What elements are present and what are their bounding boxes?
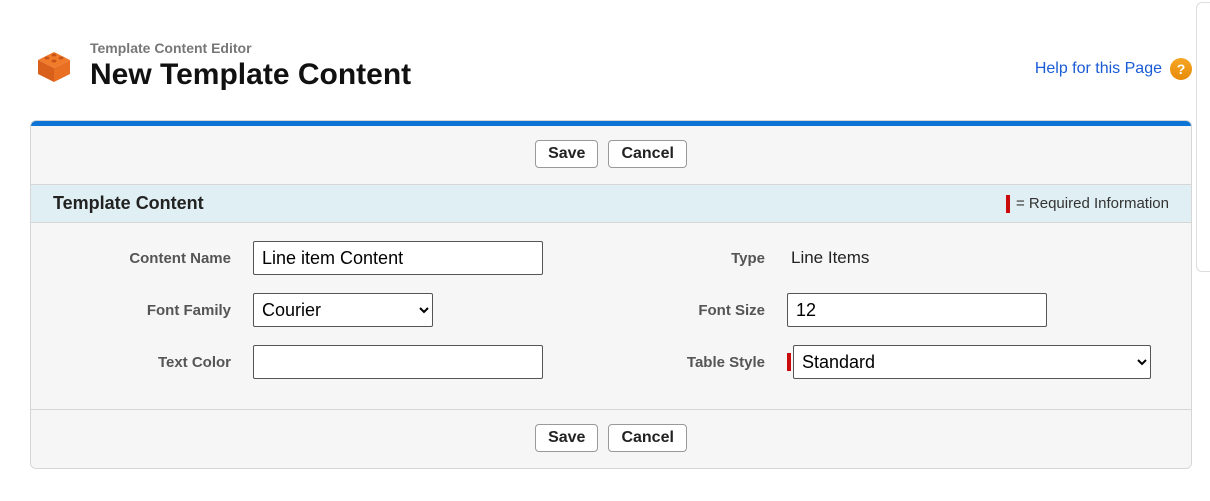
top-button-row: Save Cancel: [31, 126, 1191, 185]
cancel-button[interactable]: Cancel: [608, 424, 686, 452]
help-link[interactable]: Help for this Page ?: [1035, 58, 1192, 80]
right-scroll-handle[interactable]: [1196, 2, 1210, 272]
required-bar-icon: [1006, 195, 1010, 213]
table-style-select[interactable]: Standard: [793, 345, 1151, 379]
block-icon: [30, 40, 78, 88]
type-value: Line Items: [787, 248, 1151, 268]
page-subtitle: Template Content Editor: [90, 40, 411, 56]
save-button[interactable]: Save: [535, 424, 598, 452]
cancel-button[interactable]: Cancel: [608, 140, 686, 168]
label-content-name: Content Name: [31, 250, 231, 267]
required-bar-icon: [787, 353, 791, 371]
label-font-size: Font Size: [565, 302, 765, 319]
section-title: Template Content: [53, 193, 204, 214]
label-type: Type: [565, 250, 765, 267]
font-family-select[interactable]: Courier: [253, 293, 433, 327]
required-note-text: = Required Information: [1016, 195, 1169, 212]
edit-panel: Save Cancel Template Content = Required …: [30, 120, 1192, 469]
text-color-input[interactable]: [253, 345, 543, 379]
save-button[interactable]: Save: [535, 140, 598, 168]
bottom-button-row: Save Cancel: [31, 410, 1191, 468]
page-title: New Template Content: [90, 58, 411, 92]
help-icon: ?: [1170, 58, 1192, 80]
help-link-label: Help for this Page: [1035, 60, 1162, 78]
label-font-family: Font Family: [31, 302, 231, 319]
required-note: = Required Information: [1006, 195, 1169, 213]
content-name-input[interactable]: [253, 241, 543, 275]
label-table-style: Table Style: [565, 354, 765, 371]
font-size-input[interactable]: [787, 293, 1047, 327]
label-text-color: Text Color: [31, 354, 231, 371]
